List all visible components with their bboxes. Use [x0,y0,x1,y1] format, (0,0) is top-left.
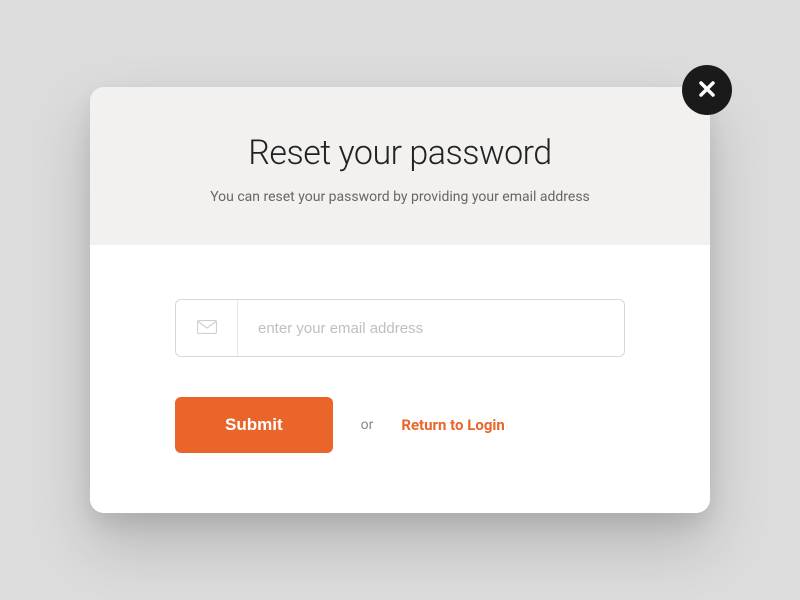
close-button[interactable] [682,65,732,115]
modal-subtitle: You can reset your password by providing… [130,189,670,205]
email-icon-box [176,300,238,356]
modal-title: Reset your password [130,133,670,173]
modal-card: Reset your password You can reset your p… [90,87,710,513]
submit-button[interactable]: Submit [175,397,333,453]
return-to-login-link[interactable]: Return to Login [401,416,504,434]
close-icon [698,80,716,101]
email-input-group [175,299,625,357]
email-input[interactable] [238,300,624,356]
envelope-icon [197,319,217,338]
reset-password-modal: Reset your password You can reset your p… [90,87,710,513]
modal-body: Submit or Return to Login [90,245,710,513]
modal-header: Reset your password You can reset your p… [90,87,710,245]
actions-row: Submit or Return to Login [175,397,625,453]
or-separator: or [361,417,374,433]
